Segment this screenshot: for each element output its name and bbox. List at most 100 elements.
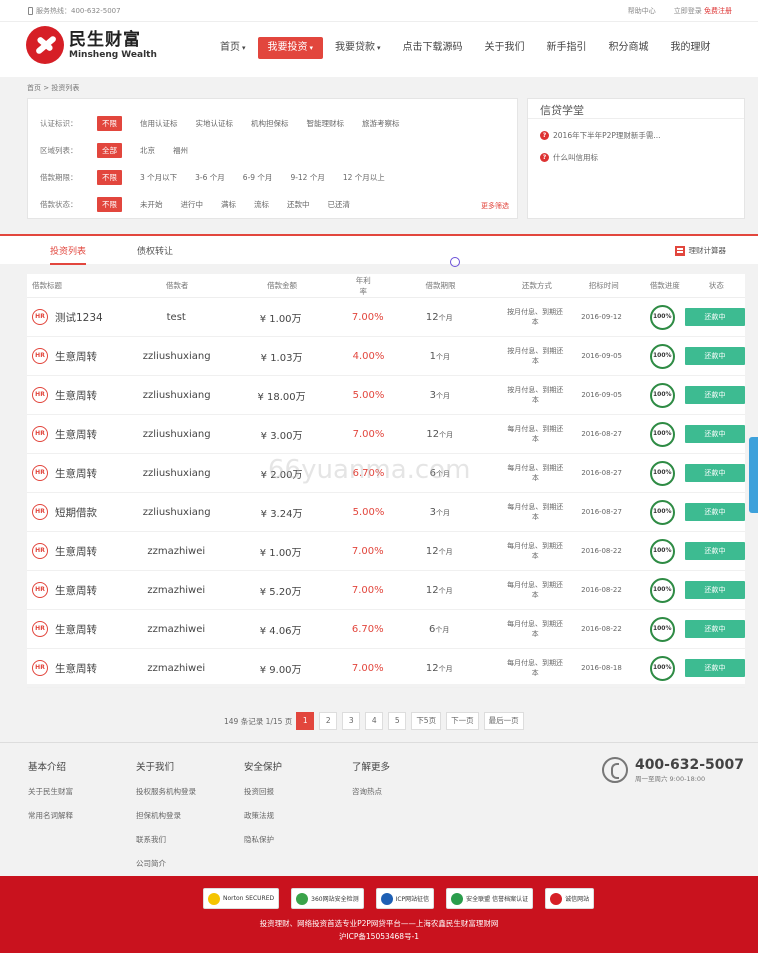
filter-option[interactable]: 北京 — [140, 145, 155, 156]
nav-invest[interactable]: 我要投资 ▾ — [257, 37, 324, 59]
login-link[interactable]: 立即登录 — [674, 7, 702, 15]
table-row[interactable]: HR 生意周转 zzmazhiwei ¥ 1.00万 7.00% 12个月 每月付息、到期还… — [27, 532, 745, 571]
loan-title[interactable]: HR 生意周转 — [27, 582, 143, 598]
filter-option[interactable]: 不限 — [97, 116, 122, 131]
footer-link[interactable]: 联系我们 — [136, 834, 196, 845]
tender-time: 2016-08-22 — [581, 625, 622, 633]
loan-title[interactable]: HR 生意周转 — [27, 426, 143, 442]
table-row[interactable]: HR 短期借款 zzliushuxiang ¥ 3.24万 5.00% 3个月 每月付息、到… — [27, 493, 745, 532]
register-link[interactable]: 免费注册 — [704, 7, 732, 15]
loan-title[interactable]: HR 生意周转 — [27, 348, 143, 364]
status-button[interactable]: 还款中 — [685, 308, 745, 326]
filter-option[interactable]: 9-12 个月 — [290, 172, 324, 183]
filter-option[interactable]: 12 个月以上 — [343, 172, 385, 183]
filter-option[interactable]: 全部 — [97, 143, 122, 158]
alliance-badge[interactable]: 安全联盟 信誉档案认证 — [446, 888, 534, 909]
annual-rate: 7.00% — [352, 428, 385, 440]
filter-option[interactable]: 进行中 — [181, 199, 204, 210]
loan-title[interactable]: HR 测试1234 — [27, 309, 143, 325]
table-row[interactable]: HR 测试1234 test ¥ 1.00万 7.00% 12个月 按月付息、到期还本 201… — [27, 298, 745, 337]
footer-link[interactable]: 政策法规 — [244, 810, 282, 821]
next-page-button[interactable]: 下一页 — [446, 712, 479, 730]
footer-link[interactable]: 常用名词解释 — [28, 810, 73, 821]
filter-row-certification: 认证标识： 不限 信用认证标 实地认证标 机构担保标 智能理财标 旅游考察标 — [40, 116, 418, 131]
status-button[interactable]: 还款中 — [684, 425, 745, 443]
table-row[interactable]: HR 生意周转 zzmazhiwei ¥ 4.06万 6.70% 6个月 每月付息、到期还本… — [27, 610, 745, 649]
logo[interactable]: 民生财富 Minsheng Wealth — [26, 26, 157, 64]
status-button[interactable]: 还款中 — [685, 542, 745, 560]
integrity-badge[interactable]: 诚信网站 — [545, 888, 595, 909]
status-button[interactable]: 还款中 — [685, 620, 745, 638]
hr-icon: HR — [32, 426, 48, 442]
article-link[interactable]: ? 什么叫信用标 — [540, 152, 744, 163]
tender-time: 2016-08-27 — [581, 469, 623, 477]
footer-link[interactable]: 投权服务机构登录 — [136, 786, 196, 797]
filter-option[interactable]: 6-9 个月 — [243, 172, 273, 183]
footer-link[interactable]: 关于民生财富 — [28, 786, 73, 797]
nav-points-mall[interactable]: 积分商城 — [599, 37, 659, 59]
footer-link[interactable]: 咨询热点 — [352, 786, 390, 797]
loan-title[interactable]: HR 生意周转 — [27, 465, 143, 481]
filter-option[interactable]: 智能理财标 — [307, 118, 345, 129]
nav-about[interactable]: 关于我们 — [475, 37, 535, 59]
nav-download[interactable]: 点击下载源码 — [393, 37, 473, 59]
next-5-pages-button[interactable]: 下5页 — [411, 712, 442, 730]
status-button[interactable]: 还款中 — [684, 503, 745, 521]
icp-badge[interactable]: ICP网站征信 — [375, 888, 435, 909]
filter-option[interactable]: 3 个月以下 — [140, 172, 177, 183]
article-link[interactable]: ? 2016年下半年P2P理财新手需... — [540, 130, 744, 141]
table-row[interactable]: HR 生意周转 zzmazhiwei ¥ 5.20万 7.00% 12个月 每月付息、到期还… — [27, 571, 745, 610]
filter-option[interactable]: 福州 — [173, 145, 188, 156]
tab-invest-list[interactable]: 投资列表 — [50, 244, 87, 265]
footer-link[interactable]: 投资回报 — [244, 786, 282, 797]
loan-title[interactable]: HR 短期借款 — [27, 504, 143, 520]
loan-title[interactable]: HR 生意周转 — [27, 660, 143, 676]
filter-option[interactable]: 还款中 — [287, 199, 310, 210]
page-button[interactable]: 2 — [319, 712, 338, 730]
filter-option[interactable]: 满标 — [221, 199, 236, 210]
nav-guide[interactable]: 新手指引 — [537, 37, 597, 59]
status-button[interactable]: 还款中 — [684, 386, 745, 404]
table-row[interactable]: HR 生意周转 zzmazhiwei ¥ 9.00万 7.00% 12个月 每月付息、到期还… — [27, 649, 745, 688]
table-row[interactable]: HR 生意周转 zzliushuxiang ¥ 18.00万 5.00% 3个月 按月付息、… — [27, 376, 745, 415]
help-center-link[interactable]: 帮助中心 — [628, 6, 656, 16]
page-button[interactable]: 4 — [365, 712, 384, 730]
loan-title[interactable]: HR 生意周转 — [27, 387, 143, 403]
page-button[interactable]: 3 — [342, 712, 361, 730]
footer-link[interactable]: 隐私保护 — [244, 834, 282, 845]
filter-option[interactable]: 实地认证标 — [196, 118, 234, 129]
loan-title[interactable]: HR 生意周转 — [27, 621, 143, 637]
nav-home[interactable]: 首页 ▾ — [210, 37, 256, 59]
finance-calculator-button[interactable]: 理财计算器 — [674, 245, 726, 256]
more-filter-link[interactable]: 更多筛选 — [481, 201, 509, 211]
footer-link[interactable]: 担保机构登录 — [136, 810, 196, 821]
footer-link[interactable]: 公司简介 — [136, 858, 196, 869]
filter-option[interactable]: 流标 — [254, 199, 269, 210]
filter-option[interactable]: 信用认证标 — [140, 118, 178, 129]
loan-title[interactable]: HR 生意周转 — [27, 543, 143, 559]
page-button[interactable]: 5 — [388, 712, 407, 730]
borrower: zzliushuxiang — [142, 428, 211, 440]
side-float-tab[interactable] — [749, 437, 758, 513]
col-time: 招标时间 — [588, 281, 619, 290]
filter-option[interactable]: 3-6 个月 — [195, 172, 225, 183]
nav-my-finance[interactable]: 我的理财 — [661, 37, 721, 59]
filter-option[interactable]: 机构担保标 — [251, 118, 289, 129]
status-button[interactable]: 还款中 — [684, 347, 745, 365]
norton-badge[interactable]: Norton SECURED — [203, 888, 280, 909]
last-page-button[interactable]: 最后一页 — [483, 712, 524, 730]
360-badge[interactable]: 360网站安全检测 — [291, 888, 364, 909]
filter-option[interactable]: 旅游考察标 — [362, 118, 400, 129]
table-row[interactable]: HR 生意周转 zzliushuxiang ¥ 1.03万 4.00% 1个月 按月付息、到… — [27, 337, 745, 376]
status-button[interactable]: 还款中 — [684, 464, 745, 482]
status-button[interactable]: 还款中 — [685, 659, 745, 677]
nav-loan[interactable]: 我要贷款 ▾ — [325, 37, 391, 59]
filter-option[interactable]: 已还清 — [328, 199, 351, 210]
filter-option[interactable]: 不限 — [97, 170, 122, 185]
filter-option[interactable]: 未开始 — [140, 199, 163, 210]
status-button[interactable]: 还款中 — [685, 581, 745, 599]
page-button[interactable]: 1 — [296, 712, 315, 730]
tab-debt-transfer[interactable]: 债权转让 — [137, 244, 173, 257]
table-row[interactable]: HR 生意周转 zzliushuxiang ¥ 3.00万 7.00% 12个月 每月付息、… — [27, 415, 745, 454]
filter-option[interactable]: 不限 — [97, 197, 122, 212]
